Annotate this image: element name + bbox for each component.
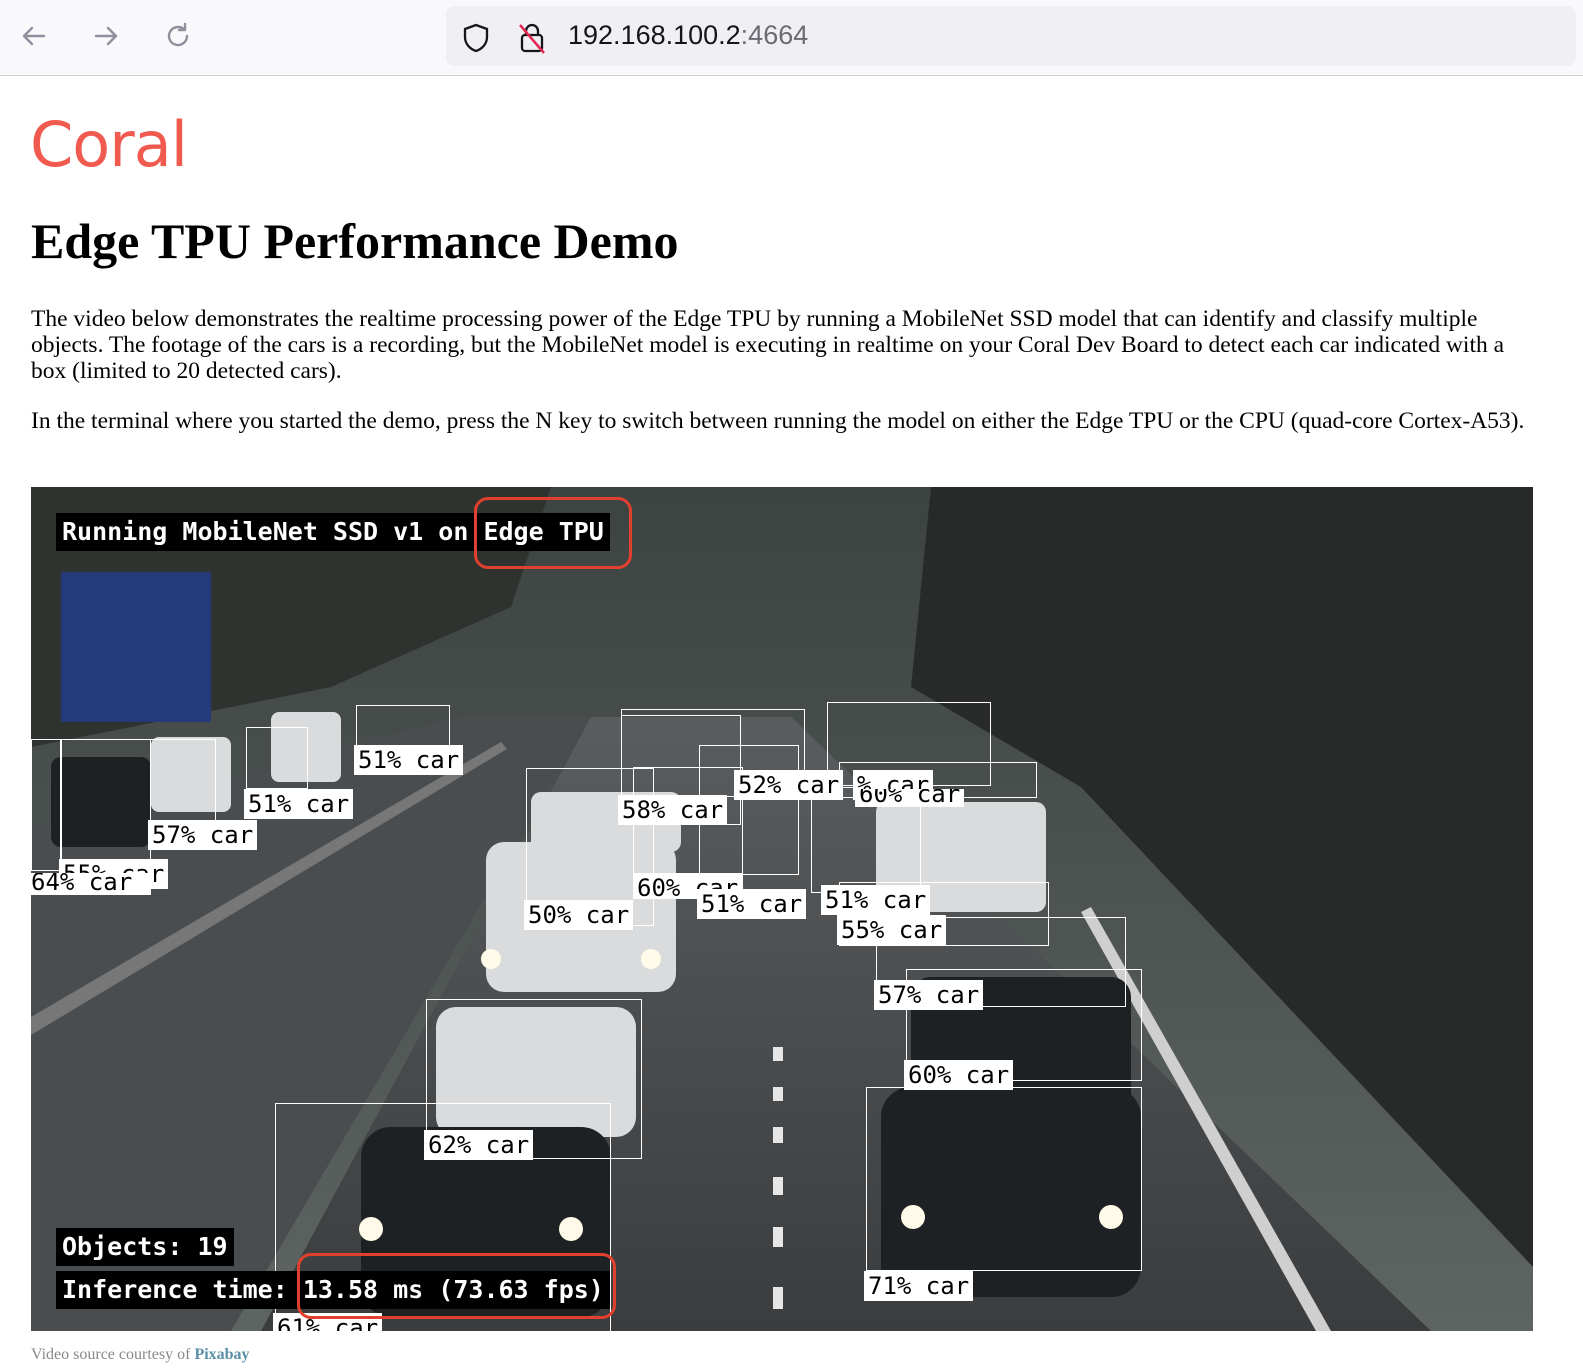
page-title: Edge TPU Performance Demo: [31, 213, 679, 269]
forward-arrow-icon: [94, 26, 118, 46]
detection-box: [866, 1087, 1142, 1271]
insecure-lock-icon[interactable]: [516, 21, 548, 55]
detection-box: [61, 739, 151, 861]
coral-logo: Coral: [30, 108, 188, 181]
url-port: :4664: [740, 20, 809, 50]
video-stream: 51% car 51% car 57% car 55% car 64% car …: [31, 487, 1533, 1331]
detection-label: 50% car: [524, 900, 634, 930]
detection-box: [150, 739, 216, 821]
url-host: 192.168.100.2: [568, 20, 741, 50]
detection-label: 51% car: [821, 885, 931, 915]
detection-label: 64% car: [31, 873, 151, 895]
device-highlight-outline: [474, 497, 632, 569]
credit-text: Video source courtesy of: [31, 1346, 195, 1363]
back-arrow-icon: [22, 26, 46, 46]
detection-label: 60% car: [855, 789, 965, 807]
detection-label: 60% car: [904, 1060, 1014, 1090]
inference-highlight-outline: [297, 1253, 616, 1319]
detection-label: 51% car: [244, 789, 354, 819]
detection-label: 57% car: [148, 820, 258, 850]
detection-label: 55% car: [837, 915, 947, 945]
forward-button[interactable]: [86, 16, 126, 56]
instructions-paragraph: In the terminal where you started the de…: [31, 408, 1525, 434]
reload-icon: [167, 22, 189, 47]
detection-label: 51% car: [697, 889, 807, 919]
detection-label: 51% car: [354, 745, 464, 775]
video-credit: Video source courtesy of Pixabay: [31, 1346, 250, 1364]
model-status-prefix: Running MobileNet SSD v1 on: [62, 517, 484, 546]
intro-paragraph: The video below demonstrates the realtim…: [31, 306, 1505, 384]
detection-box: [246, 727, 308, 789]
objects-count: Objects: 19: [56, 1228, 234, 1266]
address-bar[interactable]: 192.168.100.2:4664: [446, 6, 1576, 66]
shield-icon[interactable]: [460, 22, 492, 54]
url-text[interactable]: 192.168.100.2:4664: [568, 20, 808, 51]
browser-toolbar: 192.168.100.2:4664: [0, 0, 1583, 76]
pixabay-link[interactable]: Pixabay: [194, 1346, 249, 1363]
detection-label: 71% car: [864, 1271, 974, 1301]
detection-label: 62% car: [424, 1130, 534, 1160]
detection-label: 58% car: [618, 795, 728, 825]
detection-box: [31, 739, 61, 871]
back-button[interactable]: [14, 16, 54, 56]
inference-prefix: Inference time:: [62, 1275, 303, 1304]
reload-button[interactable]: [158, 16, 198, 56]
detection-label: 52% car: [734, 770, 844, 800]
detection-label: 57% car: [874, 980, 984, 1010]
